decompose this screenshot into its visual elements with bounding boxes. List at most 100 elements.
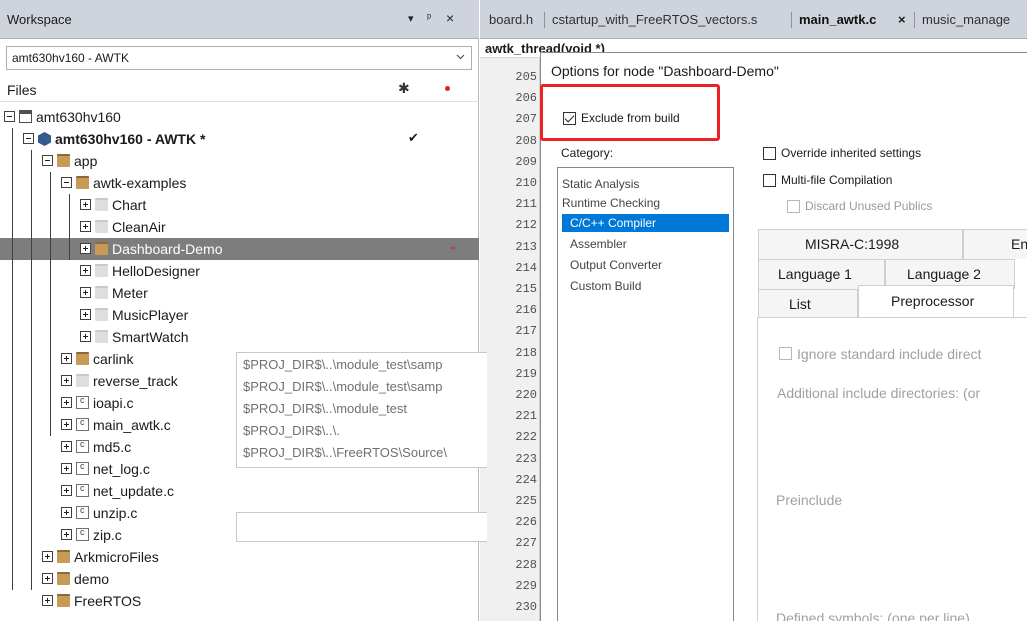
tree-row[interactable]: MusicPlayer <box>0 304 479 326</box>
folder-icon <box>57 594 70 607</box>
expand-icon[interactable] <box>80 331 91 342</box>
category-item[interactable]: Output Converter <box>570 258 662 272</box>
tree-row-label: amt630hv160 - AWTK * <box>55 131 206 147</box>
chevron-down-icon <box>456 54 465 60</box>
file-icon <box>76 527 89 541</box>
expand-icon[interactable] <box>80 243 91 254</box>
files-label: Files <box>7 82 37 98</box>
expand-icon[interactable] <box>61 397 72 408</box>
tab-close-icon[interactable]: × <box>898 12 906 27</box>
expand-icon[interactable] <box>61 353 72 364</box>
expand-icon[interactable] <box>61 529 72 540</box>
collapse-icon[interactable] <box>4 111 15 122</box>
expand-icon[interactable] <box>42 595 53 606</box>
expand-icon[interactable] <box>61 419 72 430</box>
expand-icon[interactable] <box>80 287 91 298</box>
tree-row-label: main_awtk.c <box>93 417 171 433</box>
tree-row[interactable]: demo <box>0 568 479 590</box>
expand-icon[interactable] <box>42 573 53 584</box>
category-item[interactable]: Assembler <box>570 237 627 251</box>
folder-grey-icon <box>76 374 89 387</box>
category-item[interactable]: Static Analysis <box>562 177 639 191</box>
dropdown-arrow-icon[interactable]: ▾ <box>408 12 414 25</box>
line-number: 205 <box>515 70 537 84</box>
collapse-icon[interactable] <box>23 133 34 144</box>
preinclude-input[interactable] <box>236 512 487 542</box>
tree-row-label: Dashboard-Demo <box>112 241 223 257</box>
expand-icon[interactable] <box>42 551 53 562</box>
tab-board-h[interactable]: board.h <box>489 12 533 27</box>
line-number: 207 <box>515 112 537 127</box>
additional-include-label: Additional include directories: (or <box>777 385 981 401</box>
include-dir-line: $PROJ_DIR$\..\module_test <box>243 401 408 416</box>
expand-icon[interactable] <box>80 265 91 276</box>
tab-cstartup[interactable]: cstartup_with_FreeRTOS_vectors.s <box>552 12 757 27</box>
tab-separator <box>914 12 915 28</box>
category-item[interactable]: Custom Build <box>570 279 641 293</box>
tree-row-label: MusicPlayer <box>112 307 189 323</box>
expand-icon[interactable] <box>80 309 91 320</box>
override-inherited-checkbox[interactable] <box>763 147 776 160</box>
line-number: 215 <box>515 282 537 296</box>
configuration-value: amt630hv160 - AWTK <box>12 51 129 65</box>
ignore-std-include-checkbox <box>779 347 792 360</box>
tree-row-label: demo <box>74 571 110 587</box>
tab-separator <box>544 12 545 28</box>
collapse-icon[interactable] <box>42 155 53 166</box>
expand-icon[interactable] <box>61 375 72 386</box>
folder-icon <box>57 550 70 563</box>
files-header: Files ✱ <box>0 76 479 102</box>
line-number: 230 <box>515 600 537 614</box>
expand-icon[interactable] <box>80 199 91 210</box>
file-icon <box>76 439 89 453</box>
expand-icon[interactable] <box>61 485 72 496</box>
expand-icon[interactable] <box>61 507 72 518</box>
configuration-select[interactable]: amt630hv160 - AWTK <box>6 46 472 70</box>
tree-row[interactable]: net_update.c <box>0 480 479 502</box>
tree-row[interactable]: awtk-examples <box>0 172 479 194</box>
collapse-icon[interactable] <box>61 177 72 188</box>
tree-row[interactable]: SmartWatch <box>0 326 479 348</box>
expand-icon[interactable] <box>80 221 91 232</box>
line-number: 222 <box>515 430 537 445</box>
tree-row[interactable]: FreeRTOS <box>0 590 479 612</box>
tree-row[interactable]: amt630hv160 - AWTK * ✔ <box>0 128 479 150</box>
gear-icon[interactable]: ✱ <box>398 80 410 97</box>
tree-row-label: SmartWatch <box>112 329 189 345</box>
tree-row[interactable]: Dashboard-Demo <box>0 238 479 260</box>
folder-icon <box>76 352 89 365</box>
line-number: 221 <box>515 409 537 424</box>
tree-row[interactable]: app <box>0 150 479 172</box>
line-number: 208 <box>515 133 537 148</box>
tab-music-manage[interactable]: music_manage <box>922 12 1010 27</box>
multi-file-label[interactable]: Multi-file Compilation <box>781 173 892 187</box>
category-item[interactable]: Runtime Checking <box>562 196 660 210</box>
line-number: 220 <box>515 388 537 402</box>
tree-row[interactable]: ArkmicroFiles <box>0 546 479 568</box>
editor-tab-bar: board.h cstartup_with_FreeRTOS_vectors.s… <box>480 0 1027 39</box>
close-icon[interactable]: × <box>446 10 454 26</box>
category-item-selected[interactable]: C/C++ Compiler <box>562 214 729 232</box>
include-dir-line: $PROJ_DIR$\..\FreeRTOS\Source\ <box>243 445 447 460</box>
tree-row-label: FreeRTOS <box>74 593 142 609</box>
pin-icon[interactable]: ᵖ <box>427 12 431 24</box>
tab-main-awtk[interactable]: main_awtk.c <box>799 12 876 27</box>
expand-icon[interactable] <box>61 441 72 452</box>
multi-file-checkbox[interactable] <box>763 174 776 187</box>
file-icon <box>76 505 89 519</box>
excluded-marker-icon <box>451 247 455 249</box>
tree-row[interactable]: CleanAir <box>0 216 479 238</box>
category-list[interactable]: Static Analysis Runtime Checking C/C++ C… <box>557 167 734 621</box>
expand-icon[interactable] <box>61 463 72 474</box>
include-directories-textarea[interactable]: $PROJ_DIR$\..\module_test\samp $PROJ_DIR… <box>236 352 487 468</box>
tab-encodings-label: En <box>1011 236 1027 252</box>
folder-grey-icon <box>95 264 108 277</box>
tree-row[interactable]: Chart <box>0 194 479 216</box>
folder-grey-icon <box>95 286 108 299</box>
line-number: 212 <box>515 218 537 233</box>
tree-row[interactable]: Meter <box>0 282 479 304</box>
tab-preprocessor-label: Preprocessor <box>891 293 975 309</box>
tree-row[interactable]: HelloDesigner <box>0 260 479 282</box>
override-inherited-label[interactable]: Override inherited settings <box>781 146 921 160</box>
tree-row[interactable]: amt630hv160 <box>0 106 479 128</box>
